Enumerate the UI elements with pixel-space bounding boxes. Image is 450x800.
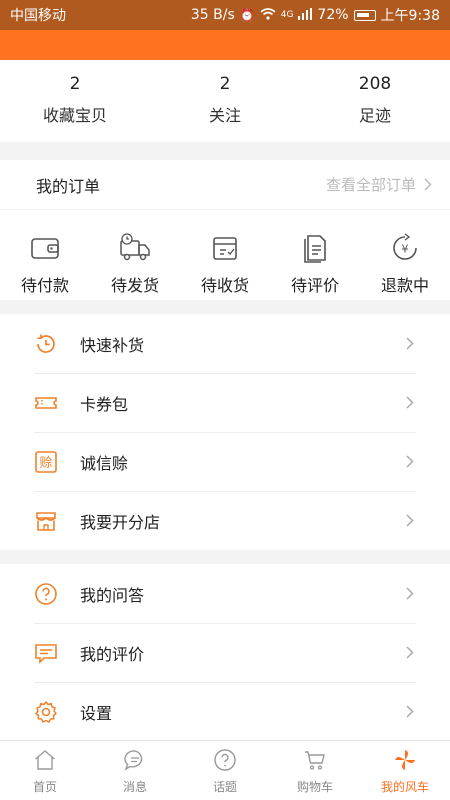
chevron-right-icon xyxy=(424,178,432,191)
order-item-label: 退款中 xyxy=(380,276,429,295)
orders-header: 我的订单 查看全部订单 xyxy=(0,160,450,210)
chevron-right-icon xyxy=(406,705,414,718)
chevron-right-icon xyxy=(406,514,414,527)
wallet-icon xyxy=(31,238,59,259)
message-icon xyxy=(124,750,143,771)
order-refunding[interactable]: ¥ 退款中 xyxy=(360,210,450,300)
signal-4g-label: 4G xyxy=(280,10,294,20)
credit-icon-char: 赊 xyxy=(39,456,52,471)
order-pending-review[interactable]: 待评价 xyxy=(270,210,360,300)
stat-footprints[interactable]: 208 足迹 xyxy=(300,60,450,142)
menu-item-quick-restock[interactable]: 快速补货 xyxy=(0,314,450,373)
chevron-right-icon xyxy=(406,646,414,659)
coupon-icon xyxy=(35,396,57,409)
view-all-orders-link[interactable]: 查看全部订单 xyxy=(326,174,432,195)
home-icon xyxy=(35,750,55,770)
stat-favorites[interactable]: 2 收藏宝贝 xyxy=(0,60,150,142)
review-icon xyxy=(304,235,326,263)
chevron-right-icon xyxy=(406,337,414,350)
tab-label: 消息 xyxy=(122,780,147,794)
order-pending-payment[interactable]: 待付款 xyxy=(0,210,90,300)
menu-item-label: 我要开分店 xyxy=(80,512,161,532)
menu-item-label: 快速补货 xyxy=(80,335,145,355)
refund-icon: ¥ xyxy=(393,233,417,260)
tab-topics[interactable]: 话题 xyxy=(180,741,270,800)
tab-label: 首页 xyxy=(32,780,57,794)
menu-group-services: 快速补货 卡券包 赊 诚信赊 我要开分店 xyxy=(0,314,450,550)
box-icon xyxy=(213,237,237,260)
view-all-orders-label: 查看全部订单 xyxy=(325,176,416,194)
stat-label: 关注 xyxy=(208,106,241,125)
tab-label: 话题 xyxy=(212,780,237,794)
comment-icon xyxy=(35,643,57,664)
battery-percent: 72% xyxy=(317,7,349,23)
stat-label: 足迹 xyxy=(358,106,391,125)
order-item-label: 待付款 xyxy=(20,276,69,295)
order-pending-shipment[interactable]: 待发货 xyxy=(90,210,180,300)
menu-item-label: 设置 xyxy=(80,703,113,723)
menu-item-label: 我的评价 xyxy=(80,644,145,664)
settings-icon xyxy=(35,700,57,723)
store-icon xyxy=(36,511,56,531)
chevron-right-icon xyxy=(406,587,414,600)
order-item-label: 待收货 xyxy=(200,276,249,295)
chevron-right-icon xyxy=(406,455,414,468)
stat-count: 208 xyxy=(358,74,392,94)
topic-icon xyxy=(214,749,236,771)
pinwheel-icon xyxy=(395,750,415,770)
order-item-label: 待发货 xyxy=(110,276,159,295)
restock-icon xyxy=(37,334,55,353)
tab-label: 我的风车 xyxy=(380,780,429,794)
order-pending-receipt[interactable]: 待收货 xyxy=(180,210,270,300)
alarm-icon: ⏰ xyxy=(239,8,255,22)
tab-label: 购物车 xyxy=(296,780,333,794)
status-right: 35 B/s ⏰ 4G 72% 上午9:38 xyxy=(191,5,440,25)
clock: 上午9:38 xyxy=(380,8,440,24)
tab-home[interactable]: 首页 xyxy=(0,741,90,800)
svg-text:¥: ¥ xyxy=(402,243,409,256)
tab-messages[interactable]: 消息 xyxy=(90,741,180,800)
question-icon xyxy=(35,582,57,605)
chevron-right-icon xyxy=(406,396,414,409)
carrier-label: 中国移动 xyxy=(10,8,66,24)
menu-item-my-qa[interactable]: 我的问答 xyxy=(0,564,450,623)
menu-item-my-reviews[interactable]: 我的评价 xyxy=(0,623,450,682)
menu-item-label: 卡券包 xyxy=(80,394,129,414)
menu-group-account: 我的问答 我的评价 设置 xyxy=(0,564,450,740)
order-item-label: 待评价 xyxy=(290,276,339,295)
tab-cart[interactable]: 购物车 xyxy=(270,741,360,800)
stat-following[interactable]: 2 关注 xyxy=(150,60,300,142)
network-speed: 35 B/s xyxy=(190,7,235,23)
stats-row: 2 收藏宝贝 2 关注 208 足迹 xyxy=(0,60,450,142)
signal-icon xyxy=(298,7,313,23)
stat-count: 2 xyxy=(69,74,81,94)
order-status-row: 待付款 待发货 待收货 待评价 ¥ 退款中 xyxy=(0,210,450,300)
menu-item-label: 诚信赊 xyxy=(80,453,129,473)
orders-title: 我的订单 xyxy=(36,176,101,196)
stat-count: 2 xyxy=(219,74,231,94)
menu-item-settings[interactable]: 设置 xyxy=(0,682,450,741)
menu-item-label: 我的问答 xyxy=(80,585,145,605)
truck-icon xyxy=(120,233,150,261)
header-band xyxy=(0,30,450,60)
bottom-tab-bar: 首页 消息 话题 购物车 我的风车 xyxy=(0,740,450,800)
stat-label: 收藏宝贝 xyxy=(42,106,107,125)
wifi-icon xyxy=(260,7,276,23)
credit-icon: 赊 xyxy=(35,450,57,473)
battery-icon xyxy=(353,9,376,21)
cart-icon xyxy=(305,751,325,770)
menu-item-open-store[interactable]: 我要开分店 xyxy=(0,491,450,550)
tab-my-pinwheel[interactable]: 我的风车 xyxy=(360,741,450,800)
menu-item-credit[interactable]: 赊 诚信赊 xyxy=(0,432,450,491)
menu-item-coupons[interactable]: 卡券包 xyxy=(0,373,450,432)
status-bar: 中国移动 35 B/s ⏰ 4G 72% 上午9:38 xyxy=(0,0,450,30)
